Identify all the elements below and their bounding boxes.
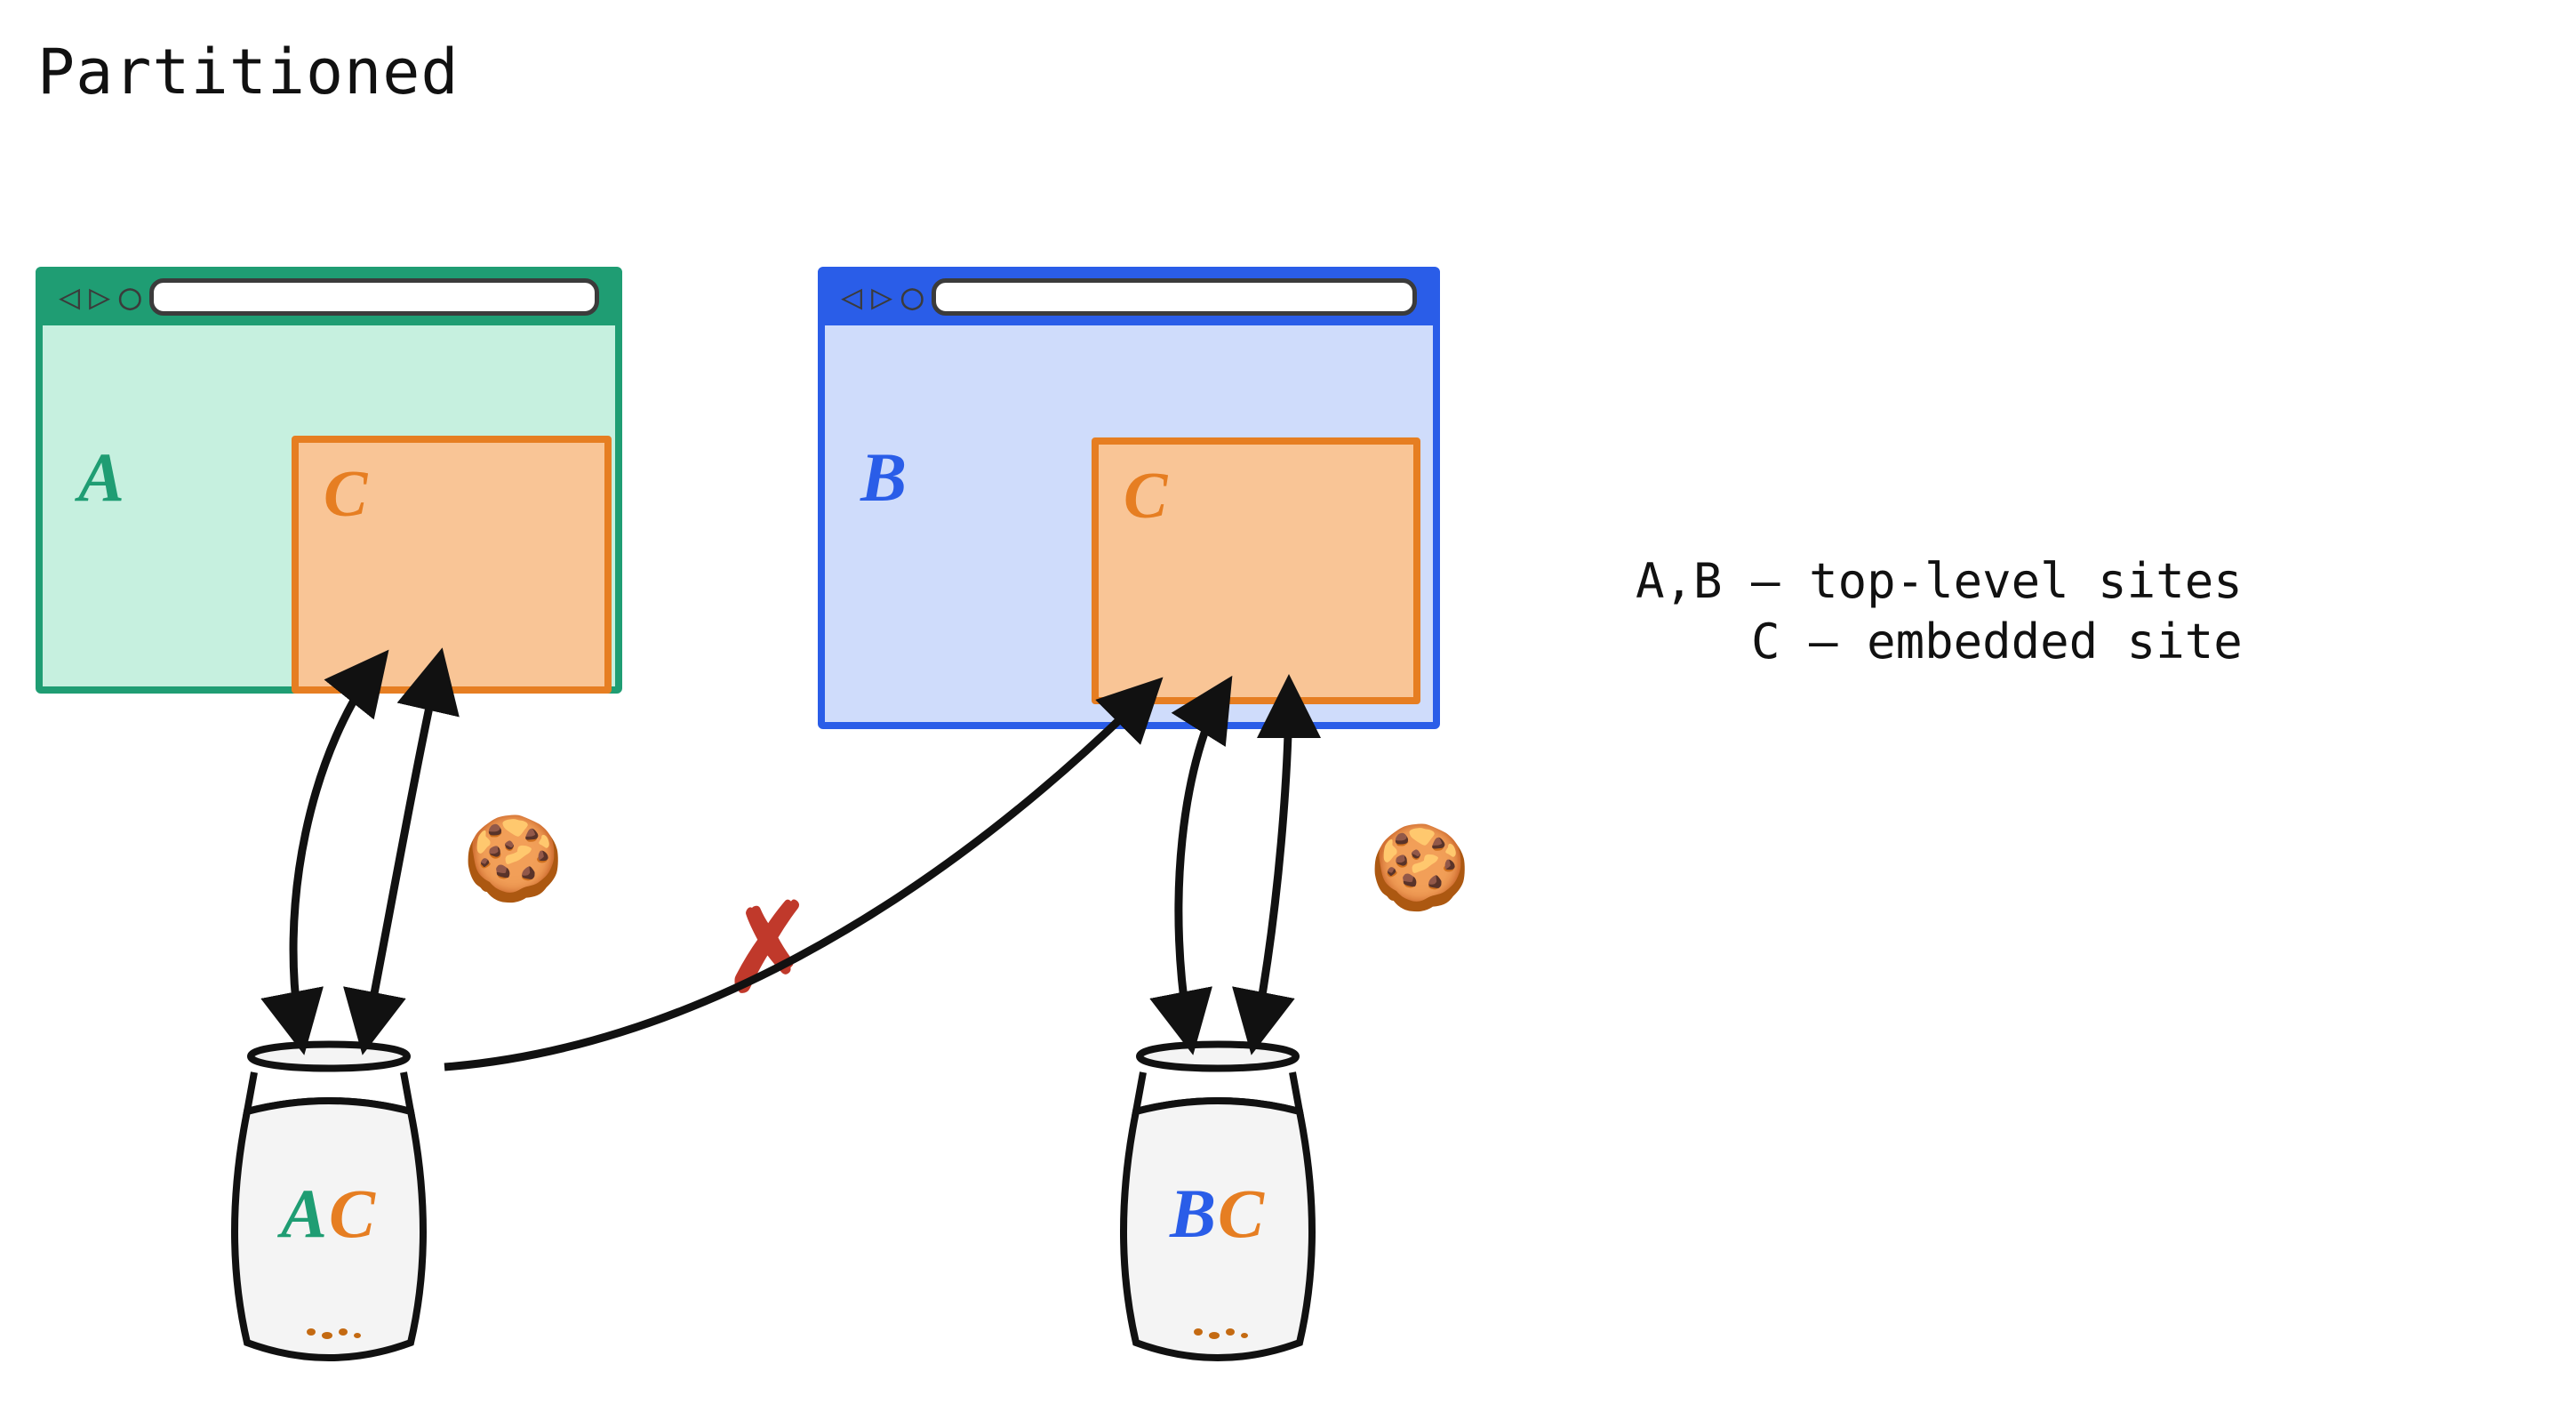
jar-ac-label: AC: [204, 1174, 453, 1254]
cookie-icon: 🍪: [1369, 827, 1471, 909]
cookie-jar-bc: BC: [1093, 1031, 1342, 1369]
forward-icon: ▷: [871, 279, 892, 315]
embed-c-label-a: C: [324, 457, 367, 533]
forward-icon: ▷: [89, 279, 110, 315]
diagram-title: Partitioned: [37, 36, 460, 108]
browser-body-b: B C: [825, 382, 1433, 722]
legend-line-2: C – embedded site: [1693, 614, 2243, 670]
jar-bc-label: BC: [1093, 1174, 1342, 1254]
jar-bc-c: C: [1218, 1175, 1266, 1252]
url-bar-b: [932, 278, 1417, 316]
cookie-icon: 🍪: [462, 818, 564, 900]
reload-icon: ◯: [119, 279, 140, 315]
site-b-label: B: [860, 437, 907, 517]
jar-bc-b: B: [1170, 1175, 1218, 1252]
browser-window-a: ◁ ▷ ◯ A C: [36, 267, 622, 694]
reload-icon: ◯: [901, 279, 923, 315]
back-icon: ◁: [841, 279, 862, 315]
legend-line-1: A,B – top-level sites: [1636, 553, 2243, 609]
blocked-cross-icon: ✗: [715, 877, 823, 1021]
jar-ac-a: A: [281, 1175, 329, 1252]
jar-ac-c: C: [329, 1175, 377, 1252]
diagram-canvas: Partitioned A,B – top-level sites C – em…: [0, 0, 2576, 1428]
site-a-label: A: [78, 437, 124, 517]
legend: A,B – top-level sites C – embedded site: [1636, 551, 2243, 671]
embed-c-in-b: C: [1092, 437, 1420, 704]
embed-c-label-b: C: [1124, 459, 1167, 534]
browser-body-a: A C: [43, 382, 615, 686]
browser-toolbar-b: ◁ ▷ ◯: [825, 272, 1433, 322]
back-icon: ◁: [59, 279, 80, 315]
url-bar-a: [149, 278, 599, 316]
embed-c-in-a: C: [292, 436, 612, 694]
browser-window-b: ◁ ▷ ◯ B C: [818, 267, 1440, 729]
cookie-jar-ac: AC: [204, 1031, 453, 1369]
browser-toolbar-a: ◁ ▷ ◯: [43, 272, 615, 322]
